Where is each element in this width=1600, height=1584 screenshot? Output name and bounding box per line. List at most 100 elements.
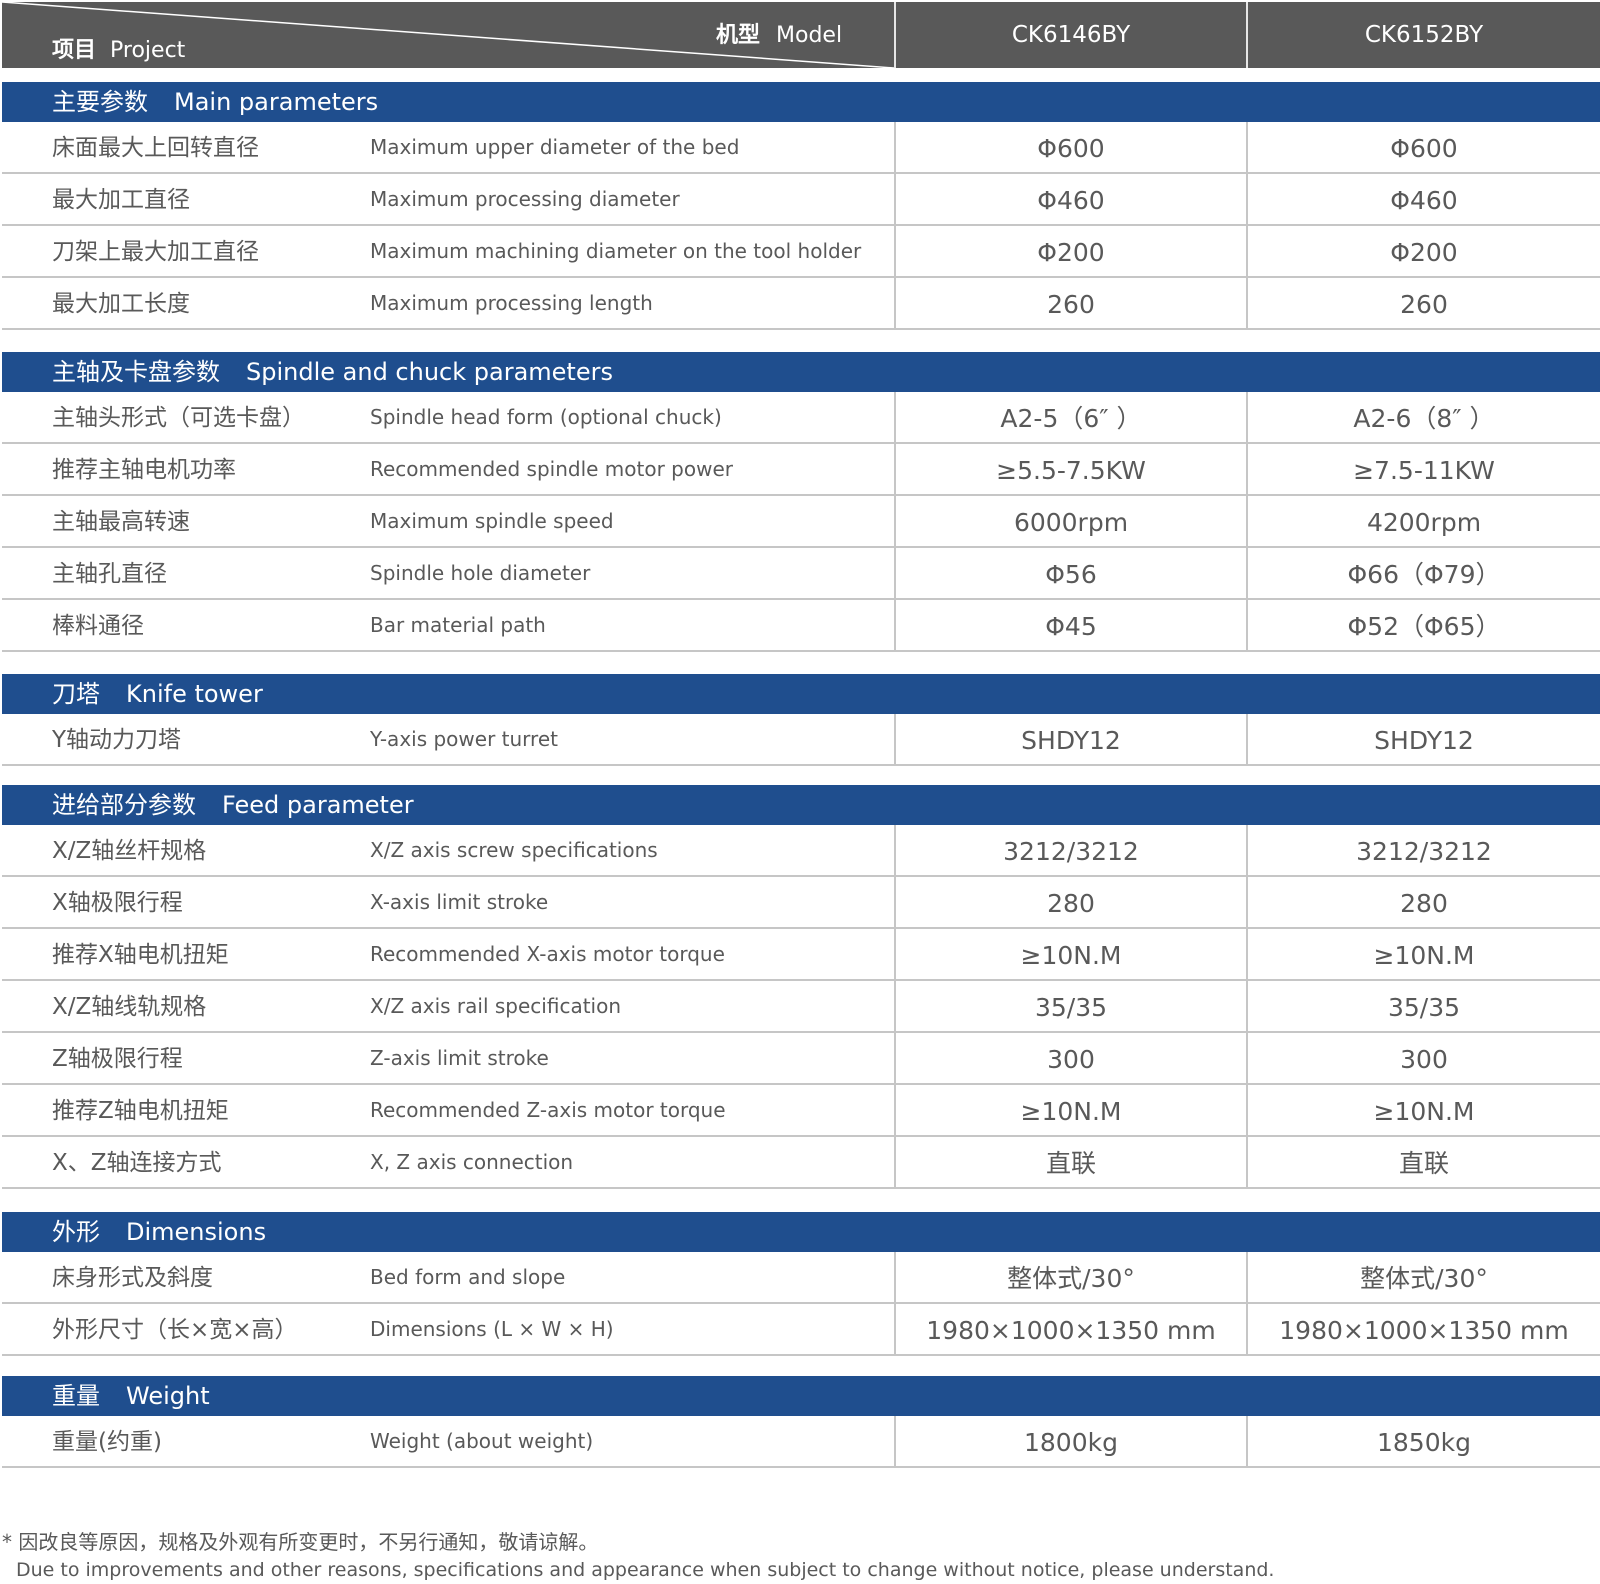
row-value-2: 1980×1000×1350 mm	[1279, 1316, 1569, 1345]
row-label-en: Bar material path	[370, 613, 546, 637]
section-title-en: Knife tower	[126, 680, 263, 708]
table-row: 推荐主轴电机功率 Recommended spindle motor power ≥…	[2, 444, 1600, 496]
table-row: 主轴孔直径 Spindle hole diameter Φ56 Φ66（Φ79）	[2, 548, 1600, 600]
table-row: Z轴极限行程 Z-axis limit stroke 300 300	[2, 1033, 1600, 1085]
header-model-1: CK6146BY	[1011, 22, 1131, 48]
table-row: Y轴动力刀塔 Y-axis power turret SHDY12 SHDY12	[2, 714, 1600, 766]
row-value-1: 35/35	[1034, 993, 1108, 1022]
section-title-cn: 外形	[52, 1218, 100, 1246]
header-model-2: CK6152BY	[1364, 22, 1484, 48]
section-title-en: Feed parameter	[222, 791, 414, 819]
table-row: 推荐X轴电机扭矩 Recommended X-axis motor torque ≥…	[2, 929, 1600, 981]
row-label-en: Y-axis power turret	[370, 727, 558, 751]
row-value-2: 300	[1400, 1045, 1448, 1074]
table-row: X轴极限行程 X-axis limit stroke 280 280	[2, 877, 1600, 929]
row-label-en: X, Z axis connection	[370, 1150, 574, 1174]
row-value-1: 整体式/30°	[1007, 1264, 1135, 1293]
section-title-en: Dimensions	[126, 1218, 267, 1246]
row-value-1: Φ45	[1045, 612, 1097, 641]
row-label-cn: 主轴头形式（可选卡盘）	[52, 405, 305, 431]
section-main-parameters: 主要参数 Main parameters 床面最大上回转直径 Maximum upp…	[2, 82, 1600, 330]
table-row: 重量(约重) Weight (about weight) 1800kg 1850kg	[2, 1416, 1600, 1468]
table-row: 主轴头形式（可选卡盘） Spindle head form (optional c…	[2, 392, 1600, 444]
row-label-en: Maximum machining diameter on the tool h…	[370, 239, 862, 263]
row-value-2: A2-6（8″ ）	[1353, 404, 1495, 433]
row-value-2: 280	[1400, 889, 1448, 918]
row-value-2: Φ52（Φ65）	[1347, 612, 1501, 641]
row-label-en: X/Z axis screw specifications	[370, 838, 658, 862]
row-label-en: Spindle head form (optional chuck)	[370, 405, 722, 429]
table-row: 推荐Z轴电机扭矩 Recommended Z-axis motor torque ≥…	[2, 1085, 1600, 1137]
row-value-1: ≥10N.M	[1020, 1097, 1122, 1126]
row-value-2: Φ600	[1390, 134, 1458, 163]
row-label-en: Recommended X-axis motor torque	[370, 942, 725, 966]
row-value-1: Φ200	[1037, 238, 1105, 267]
row-label-cn: X/Z轴线轨规格	[52, 994, 207, 1020]
header-model-en: Model	[776, 23, 843, 48]
row-value-1: Φ56	[1045, 560, 1097, 589]
row-label-en: Bed form and slope	[370, 1265, 566, 1289]
row-value-1: A2-5（6″ ）	[1000, 404, 1142, 433]
table-row: X/Z轴线轨规格 X/Z axis rail specification 35/35…	[2, 981, 1600, 1033]
section-knife-tower: 刀塔 Knife tower Y轴动力刀塔 Y-axis power turret S…	[2, 674, 1600, 766]
row-label-cn: 棒料通径	[52, 613, 144, 639]
header-project-en: Project	[110, 38, 186, 63]
row-label-en: Maximum processing diameter	[370, 187, 680, 211]
row-value-2: 35/35	[1387, 993, 1461, 1022]
row-label-cn: X、Z轴连接方式	[52, 1150, 222, 1176]
row-value-2: 3212/3212	[1356, 837, 1492, 866]
row-label-en: Recommended spindle motor power	[370, 457, 733, 481]
row-label-en: X-axis limit stroke	[370, 890, 549, 914]
section-title-en: Spindle and chuck parameters	[246, 358, 613, 386]
row-label-cn: 推荐Z轴电机扭矩	[52, 1098, 229, 1124]
row-value-1: 260	[1047, 290, 1095, 319]
row-value-1: SHDY12	[1021, 726, 1121, 755]
row-value-2: 4200rpm	[1366, 508, 1482, 537]
row-label-cn: 床面最大上回转直径	[52, 135, 259, 161]
row-label-cn: Z轴极限行程	[52, 1046, 183, 1072]
section-weight: 重量 Weight 重量(约重) Weight (about weight) 1800…	[2, 1376, 1600, 1468]
row-label-cn: 主轴最高转速	[52, 509, 190, 535]
table-row: 床身形式及斜度 Bed form and slope 整体式/30° 整体式/30°	[2, 1252, 1600, 1304]
section-title-en: Main parameters	[174, 88, 379, 116]
row-label-cn: X轴极限行程	[52, 890, 183, 916]
footnote-cn: * 因改良等原因，规格及外观有所变更时，不另行通知，敬请谅解。	[2, 1530, 599, 1554]
section-title-cn: 刀塔	[52, 680, 100, 708]
row-label-cn: 重量(约重)	[52, 1429, 162, 1455]
row-value-2: 1850kg	[1377, 1428, 1471, 1457]
table-header: 项目 Project 机型 Model CK6146BY CK6152BY	[2, 2, 1600, 68]
section-title-en: Weight	[126, 1382, 210, 1410]
row-label-en: Weight (about weight)	[370, 1429, 594, 1453]
footnote-en: Due to improvements and other reasons, s…	[16, 1559, 1275, 1581]
header-project-cn: 项目	[52, 38, 97, 63]
row-value-1: ≥5.5-7.5KW	[996, 456, 1146, 485]
row-value-1: 3212/3212	[1003, 837, 1139, 866]
section-title: 主轴及卡盘参数 Spindle and chuck parameters	[2, 352, 1600, 392]
row-value-2: SHDY12	[1374, 726, 1474, 755]
table-row: 外形尺寸（长×宽×高） Dimensions (L × W × H) 1980×10…	[2, 1304, 1600, 1356]
row-label-en: Maximum spindle speed	[370, 509, 614, 533]
row-value-1: 300	[1047, 1045, 1095, 1074]
section-feed-parameter: 进给部分参数 Feed parameter X/Z轴丝杆规格 X/Z axis sc…	[2, 785, 1600, 1189]
row-value-1: Φ460	[1037, 186, 1105, 215]
header-corner-cell: 项目 Project 机型 Model	[2, 2, 894, 68]
section-title: 进给部分参数 Feed parameter	[2, 785, 1600, 825]
section-title: 外形 Dimensions	[2, 1212, 1600, 1252]
row-value-2: ≥10N.M	[1373, 941, 1475, 970]
header-model-label: 机型 Model	[716, 17, 842, 49]
table-row: 床面最大上回转直径 Maximum upper diameter of the b…	[2, 122, 1600, 174]
row-value-2: ≥7.5-11KW	[1353, 456, 1495, 485]
table-row: 棒料通径 Bar material path Φ45 Φ52（Φ65）	[2, 600, 1600, 652]
row-value-2: Φ460	[1390, 186, 1458, 215]
section-title-cn: 进给部分参数	[52, 791, 196, 819]
section-title-cn: 主轴及卡盘参数	[52, 358, 220, 386]
row-value-1: 280	[1047, 889, 1095, 918]
section-title-cn: 主要参数	[52, 88, 148, 116]
section-title: 重量 Weight	[2, 1376, 1600, 1416]
row-value-1: ≥10N.M	[1020, 941, 1122, 970]
section-dimensions: 外形 Dimensions 床身形式及斜度 Bed form and slope 整体…	[2, 1212, 1600, 1356]
table-row: 最大加工直径 Maximum processing diameter Φ460 Φ46…	[2, 174, 1600, 226]
row-label-cn: 最大加工长度	[52, 291, 190, 317]
footnote: * 因改良等原因，规格及外观有所变更时，不另行通知，敬请谅解。 Due to i…	[2, 1528, 1274, 1584]
row-value-1: Φ600	[1037, 134, 1105, 163]
